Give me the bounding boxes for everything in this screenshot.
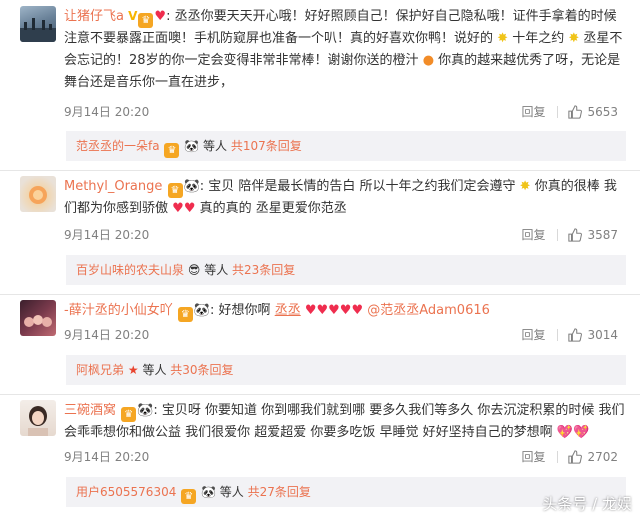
like-count: 3587	[587, 227, 618, 242]
comment-text-part: 真的真的 丞星更爱你范丞	[199, 201, 347, 216]
avatar-image	[29, 186, 47, 204]
thumbs-up-icon[interactable]	[568, 449, 583, 464]
comment-text-part: 好想你啊	[218, 303, 275, 318]
avatar-image	[20, 18, 56, 42]
vip-crown-icon: ♛	[177, 307, 193, 322]
divider	[0, 294, 640, 295]
sub-reply-text: 等人	[142, 363, 167, 377]
avatar[interactable]	[20, 400, 56, 436]
sub-reply-user[interactable]: 范丞丞的一朵fa	[76, 139, 160, 153]
username[interactable]: Methyl_Orange	[64, 179, 162, 194]
reply-button[interactable]: 回复	[521, 103, 545, 120]
heart-badge-icon: ♥	[154, 9, 167, 24]
avatar[interactable]	[20, 300, 56, 336]
timestamp: 9月14日 20:20	[64, 450, 150, 464]
panda-icon: 🐼	[193, 303, 211, 318]
reply-button[interactable]: 回复	[521, 226, 545, 243]
divider	[557, 328, 559, 341]
sub-reply-text: 等人	[203, 139, 228, 153]
sub-reply-count[interactable]: 共30条回复	[170, 363, 233, 377]
like-count: 5653	[587, 104, 618, 119]
timestamp: 9月14日 20:20	[64, 228, 150, 242]
sunglasses-icon: 😎	[187, 263, 201, 277]
thumbs-up-icon[interactable]	[568, 104, 583, 119]
star-icon: ★	[127, 363, 139, 377]
timestamp: 9月14日 20:20	[64, 328, 150, 342]
panda-icon: 🐼	[184, 139, 200, 153]
vip-crown-icon: ♛	[181, 489, 197, 504]
reply-button[interactable]: 回复	[521, 448, 545, 465]
verified-v-icon: V	[128, 9, 138, 23]
vip-crown-icon: ♛	[164, 143, 180, 158]
sub-reply-user[interactable]: 阿枫兄弟	[76, 363, 124, 377]
heart-icon: ♥♥♥♥♥	[304, 303, 364, 318]
comment-text-part: 十年之约	[512, 31, 565, 46]
sub-replies-bar[interactable]: 阿枫兄弟 ★ 等人 共30条回复	[66, 355, 626, 385]
like-count: 2702	[587, 449, 618, 464]
like-count: 3014	[587, 327, 618, 342]
comment-actions: 回复 2702	[521, 448, 618, 465]
sub-reply-text: 等人	[204, 263, 229, 277]
sub-reply-user[interactable]: 用户6505576304	[76, 485, 176, 499]
comment-text-part: 宝贝 陪伴是最长情的告白 所以十年之约我们定会遵守	[208, 179, 516, 194]
avatar-image	[28, 406, 48, 436]
username[interactable]: 让猪仔飞a	[64, 9, 124, 24]
avatar[interactable]	[20, 176, 56, 212]
avatar[interactable]	[20, 6, 56, 42]
sub-replies-bar[interactable]: 百岁山味的农夫山泉 😎 等人 共23条回复	[66, 255, 626, 285]
sub-reply-count[interactable]: 共23条回复	[232, 263, 295, 277]
comment-actions: 回复 5653	[521, 103, 618, 120]
sub-reply-count[interactable]: 共27条回复	[248, 485, 311, 499]
vip-crown-icon: ♛	[121, 407, 137, 422]
divider	[557, 450, 559, 463]
thumbs-up-icon[interactable]	[568, 227, 583, 242]
mention-link[interactable]: @范丞丞Adam0616	[367, 303, 490, 318]
sparkle-icon: ✸	[568, 31, 580, 46]
vip-crown-icon: ♛	[138, 13, 154, 28]
divider	[557, 228, 559, 241]
sub-reply-user[interactable]: 百岁山味的农夫山泉	[76, 263, 184, 277]
sparkle-icon: ✸	[497, 31, 509, 46]
username[interactable]: -薛汁丞的小仙女吖	[64, 303, 173, 318]
timestamp: 9月14日 20:20	[64, 105, 150, 119]
reply-button[interactable]: 回复	[521, 326, 545, 343]
divider	[0, 394, 640, 395]
mention-link[interactable]: 丞丞	[275, 303, 301, 318]
heart-icon: ♥	[172, 201, 184, 216]
username[interactable]: 三碗酒窝	[64, 403, 116, 418]
sparkling-heart-icon: 💖💖	[556, 425, 590, 440]
comment-text: 让猪仔飞a V ♛ ♥: 丞丞你要天天开心哦！好好照顾自己！保护好自己隐私哦！证件手…	[64, 9, 623, 90]
orange-icon: ●	[422, 53, 435, 68]
divider	[0, 170, 640, 171]
vip-crown-icon: ♛	[167, 183, 183, 198]
sub-reply-count[interactable]: 共107条回复	[231, 139, 302, 153]
comment-text: Methyl_Orange ♛ 🐼: 宝贝 陪伴是最长情的告白 所以十年之约我们定…	[64, 179, 617, 216]
sub-reply-text: 等人	[219, 485, 244, 499]
watermark: 头条号 / 龙娱	[542, 495, 632, 513]
sparkle-icon: ✸	[519, 179, 531, 194]
panda-icon: 🐼	[201, 485, 216, 499]
comment-actions: 回复 3587	[521, 226, 618, 243]
panda-icon: 🐼	[137, 403, 154, 418]
comment-actions: 回复 3014	[521, 326, 618, 343]
thumbs-up-icon[interactable]	[568, 327, 583, 342]
divider	[557, 105, 559, 118]
sub-replies-bar[interactable]: 范丞丞的一朵fa ♛ 🐼 等人 共107条回复	[66, 131, 626, 161]
comment-text: -薛汁丞的小仙女吖 ♛ 🐼: 好想你啊 丞丞 ♥♥♥♥♥ @范丞丞Adam0616	[64, 303, 490, 322]
comment-text: 三碗酒窝 ♛ 🐼: 宝贝呀 你要知道 你到哪我们就到哪 要多久我们等多久 你去沉淀…	[64, 403, 625, 440]
avatar-image	[24, 315, 52, 327]
heart-icon: ♥	[183, 201, 196, 216]
panda-icon: 🐼	[183, 179, 200, 194]
